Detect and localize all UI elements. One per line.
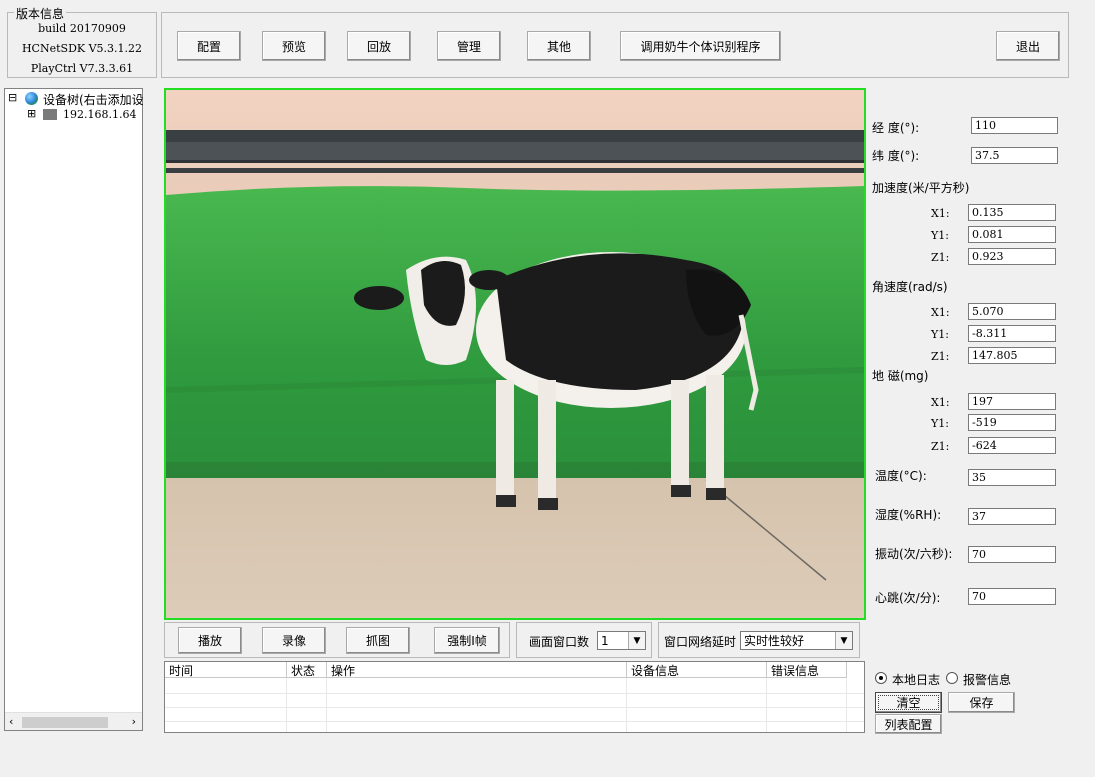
gyro-z-field[interactable]: 147.805 bbox=[968, 347, 1056, 364]
tree-root-toggle[interactable]: ⊟ bbox=[8, 91, 17, 104]
log-table[interactable]: 时间 状态 操作 设备信息 错误信息 bbox=[164, 661, 865, 733]
gyro-y-label: Y1: bbox=[931, 328, 949, 341]
radio-dot bbox=[879, 676, 883, 680]
mag-z-label: Z1: bbox=[931, 440, 950, 453]
play-button[interactable]: 播放 bbox=[178, 627, 242, 654]
accel-z-field[interactable]: 0.923 bbox=[968, 248, 1056, 265]
alarm-info-label[interactable]: 报警信息 bbox=[963, 671, 1011, 688]
dropdown-arrow-icon[interactable]: ▼ bbox=[628, 632, 645, 649]
local-log-label[interactable]: 本地日志 bbox=[892, 671, 940, 688]
grid-line bbox=[326, 678, 327, 732]
grid-line bbox=[165, 721, 864, 722]
exit-button[interactable]: 退出 bbox=[996, 31, 1060, 61]
mag-y-field[interactable]: -519 bbox=[968, 414, 1056, 431]
local-log-radio[interactable] bbox=[875, 672, 887, 684]
clear-log-button[interactable]: 清空 bbox=[875, 692, 942, 713]
config-button[interactable]: 配置 bbox=[177, 31, 241, 61]
other-button[interactable]: 其他 bbox=[527, 31, 591, 61]
sdk-version-text: HCNetSDK V5.3.1.22 bbox=[21, 42, 143, 55]
globe-icon bbox=[25, 92, 38, 105]
heartbeat-label: 心跳(次/分): bbox=[875, 591, 941, 605]
mag-x-field[interactable]: 197 bbox=[968, 393, 1056, 410]
longitude-field[interactable]: 110 bbox=[971, 117, 1058, 134]
preview-button[interactable]: 预览 bbox=[262, 31, 326, 61]
mag-x-label: X1: bbox=[931, 396, 950, 409]
window-count-select[interactable]: 1 ▼ bbox=[597, 631, 646, 650]
save-log-button[interactable]: 保存 bbox=[948, 692, 1015, 713]
mag-z-field[interactable]: -624 bbox=[968, 437, 1056, 454]
longitude-label: 经 度(°): bbox=[872, 121, 920, 135]
window-count-label: 画面窗口数 bbox=[529, 635, 590, 649]
tree-root-label[interactable]: 设备树(右击添加设 bbox=[43, 91, 143, 108]
version-info-title: 版本信息 bbox=[14, 5, 67, 22]
col-status[interactable]: 状态 bbox=[287, 662, 327, 678]
scroll-left-icon[interactable]: ‹ bbox=[9, 715, 13, 728]
temperature-field[interactable]: 35 bbox=[968, 469, 1056, 486]
tree-child-toggle[interactable]: ⊞ bbox=[27, 107, 36, 120]
grid-line bbox=[846, 678, 847, 732]
col-time[interactable]: 时间 bbox=[165, 662, 287, 678]
gyro-y-field[interactable]: -8.311 bbox=[968, 325, 1056, 342]
delay-label: 窗口网络延时 bbox=[664, 635, 737, 649]
device-tree[interactable]: ⊟ 设备树(右击添加设 ⊞ 192.168.1.64 ‹ › bbox=[4, 88, 143, 731]
playctrl-version-text: PlayCtrl V7.3.3.61 bbox=[30, 62, 134, 75]
vibration-field[interactable]: 70 bbox=[968, 546, 1056, 563]
col-error-info[interactable]: 错误信息 bbox=[767, 662, 847, 678]
accel-title: 加速度(米/平方秒) bbox=[872, 181, 970, 195]
tree-horizontal-scrollbar[interactable]: ‹ › bbox=[5, 712, 142, 730]
force-iframe-button[interactable]: 强制I帧 bbox=[434, 627, 500, 654]
dropdown-arrow-icon[interactable]: ▼ bbox=[835, 632, 852, 649]
record-button[interactable]: 录像 bbox=[262, 627, 326, 654]
mag-title: 地 磁(mg) bbox=[872, 369, 929, 383]
build-text: build 20170909 bbox=[38, 22, 126, 35]
video-preview[interactable] bbox=[164, 88, 866, 620]
humidity-field[interactable]: 37 bbox=[968, 508, 1056, 525]
delay-value: 实时性较好 bbox=[744, 634, 805, 648]
col-operation[interactable]: 操作 bbox=[327, 662, 627, 678]
playback-button[interactable]: 回放 bbox=[347, 31, 411, 61]
manage-button[interactable]: 管理 bbox=[437, 31, 501, 61]
humidity-label: 湿度(%RH): bbox=[875, 508, 942, 522]
device-ip-label[interactable]: 192.168.1.64 bbox=[63, 108, 136, 121]
col-device-info[interactable]: 设备信息 bbox=[627, 662, 767, 678]
accel-x-field[interactable]: 0.135 bbox=[968, 204, 1056, 221]
grid-line bbox=[766, 678, 767, 732]
gyro-x-label: X1: bbox=[931, 306, 950, 319]
latitude-label: 纬 度(°): bbox=[872, 149, 920, 163]
delay-select[interactable]: 实时性较好 ▼ bbox=[740, 631, 853, 650]
gyro-title: 角速度(rad/s) bbox=[872, 280, 948, 294]
scroll-thumb[interactable] bbox=[22, 717, 108, 728]
grid-line bbox=[165, 693, 864, 694]
accel-y-label: Y1: bbox=[931, 229, 949, 242]
grid-line bbox=[165, 707, 864, 708]
temperature-label: 温度(°C): bbox=[875, 469, 927, 483]
grid-line bbox=[286, 678, 287, 732]
vibration-label: 振动(次/六秒): bbox=[875, 547, 953, 561]
capture-button[interactable]: 抓图 bbox=[346, 627, 410, 654]
latitude-field[interactable]: 37.5 bbox=[971, 147, 1058, 164]
list-config-button[interactable]: 列表配置 bbox=[875, 714, 942, 734]
scroll-right-icon[interactable]: › bbox=[132, 715, 136, 728]
accel-y-field[interactable]: 0.081 bbox=[968, 226, 1056, 243]
accel-x-label: X1: bbox=[931, 207, 950, 220]
mag-y-label: Y1: bbox=[931, 417, 949, 430]
gyro-z-label: Z1: bbox=[931, 350, 950, 363]
device-icon bbox=[43, 109, 57, 120]
video-frame-image bbox=[166, 90, 864, 618]
heartbeat-field[interactable]: 70 bbox=[968, 588, 1056, 605]
version-info-group: 版本信息 build 20170909 HCNetSDK V5.3.1.22 P… bbox=[7, 5, 157, 78]
gyro-x-field[interactable]: 5.070 bbox=[968, 303, 1056, 320]
grid-line bbox=[626, 678, 627, 732]
accel-z-label: Z1: bbox=[931, 251, 950, 264]
window-count-value: 1 bbox=[601, 633, 609, 648]
cow-identification-button[interactable]: 调用奶牛个体识别程序 bbox=[620, 31, 781, 61]
alarm-info-radio[interactable] bbox=[946, 672, 958, 684]
